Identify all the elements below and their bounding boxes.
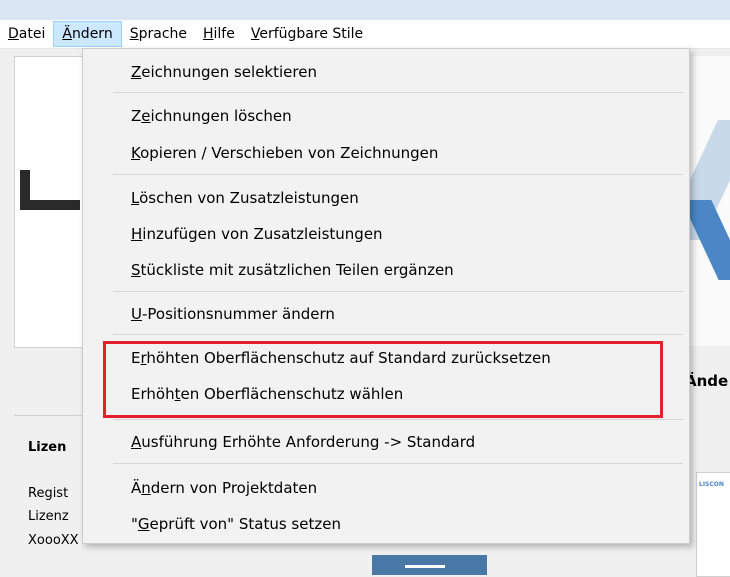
- menu-item-stueckliste-ergaenzen[interactable]: Stückliste mit zusätzlichen Teilen ergän…: [131, 255, 454, 285]
- menu-item-u-positionsnummer[interactable]: U-Positionsnummer ändern: [131, 299, 335, 329]
- preview-card[interactable]: LISCON: [696, 472, 730, 577]
- menu-sprache[interactable]: Sprache: [122, 20, 195, 48]
- menu-item-projektdaten-aendern[interactable]: Ändern von Projektdaten: [131, 473, 317, 503]
- menu-hilfe[interactable]: Hilfe: [195, 20, 243, 48]
- menu-separator: [113, 92, 683, 93]
- menu-datei[interactable]: Datei: [0, 20, 53, 48]
- window-top-border: [0, 0, 730, 20]
- menu-item-loeschen-zusatzleistungen[interactable]: Löschen von Zusatzleistungen: [131, 183, 359, 213]
- menu-item-kopieren-verschieben[interactable]: Kopieren / Verschieben von Zeichnungen: [131, 138, 438, 168]
- bottom-button-icon: [405, 565, 445, 568]
- license-value: XoooXX: [28, 533, 79, 548]
- menu-verfuegbare-stile[interactable]: Verfügbare Stile: [243, 20, 371, 48]
- menu-item-geprueft-von-status[interactable]: "Geprüft von" Status setzen: [131, 509, 341, 539]
- menu-separator: [113, 291, 683, 292]
- red-highlight-box: [103, 341, 663, 418]
- menu-item-hinzufuegen-zusatzleistungen[interactable]: Hinzufügen von Zusatzleistungen: [131, 219, 383, 249]
- app-logo: [20, 170, 80, 210]
- menu-item-zeichnungen-loeschen[interactable]: Zeichnungen löschen: [131, 101, 292, 131]
- registration-label: Regist: [28, 486, 69, 501]
- menu-separator: [113, 463, 683, 464]
- menu-aendern[interactable]: Ändern: [53, 21, 122, 47]
- card-logo-text: LISCON: [699, 481, 724, 488]
- menu-bar: Datei Ändern Sprache Hilfe Verfügbare St…: [0, 20, 730, 49]
- license-heading: Lizen: [28, 440, 67, 455]
- menu-item-ausfuehrung-erhoehte-anforderung[interactable]: Ausführung Erhöhte Anforderung -> Standa…: [131, 427, 475, 457]
- section-title: Ände: [685, 372, 729, 390]
- menu-separator: [113, 174, 683, 175]
- menu-separator: [113, 419, 683, 420]
- menu-separator: [113, 334, 683, 335]
- aendern-dropdown-menu: Zeichnungen selektieren Zeichnungen lösc…: [82, 48, 690, 544]
- license-label: Lizenz: [28, 509, 69, 524]
- menu-item-zeichnungen-selektieren[interactable]: Zeichnungen selektieren: [131, 57, 317, 87]
